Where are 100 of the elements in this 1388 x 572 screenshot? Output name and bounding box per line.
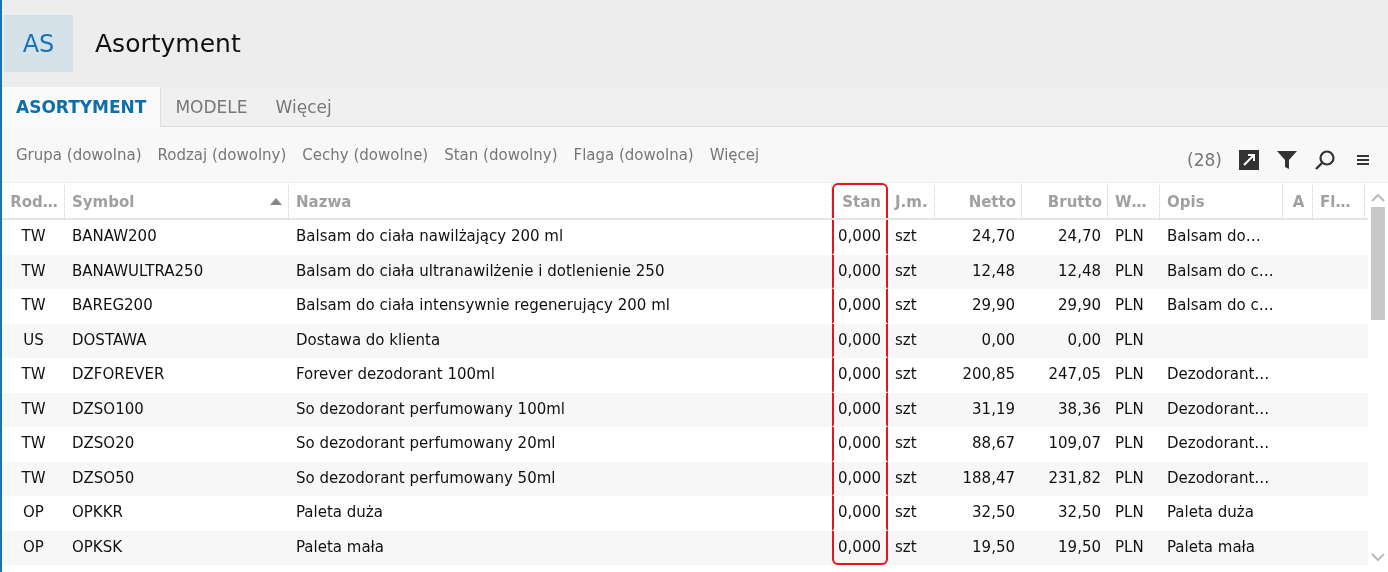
open-external-icon[interactable] [1238, 148, 1260, 171]
table-cell: 0,000 [838, 365, 881, 384]
table-cell: szt [895, 330, 917, 349]
table-cell: szt [895, 434, 917, 453]
table-cell: szt [895, 227, 917, 246]
table-cell: 247,05 [1048, 365, 1101, 384]
filter-icon[interactable] [1276, 148, 1298, 171]
table-cell: 29,90 [972, 296, 1015, 315]
table-cell: PLN [1115, 503, 1144, 522]
table-cell: 24,70 [1058, 227, 1101, 246]
table-cell: OP [23, 537, 44, 556]
table-cell: Balsam do ciała ultranawilżenie i dotlenienie 250 [296, 261, 665, 280]
table-cell: 12,48 [1058, 261, 1101, 280]
table-cell: szt [895, 537, 917, 556]
table-cell: Balsam do c… [1167, 261, 1274, 280]
column-header[interactable]: A [1283, 183, 1313, 218]
table-cell: 0,000 [838, 468, 881, 487]
column-header[interactable]: Rod… [2, 183, 65, 218]
table-cell: Dezodorant… [1167, 399, 1270, 418]
table-cell: 0,00 [1067, 330, 1101, 349]
table-cell: PLN [1115, 330, 1144, 349]
table-cell: OPKSK [72, 537, 123, 556]
table-cell: BANAWULTRA250 [72, 261, 204, 280]
filter-link[interactable]: Rodzaj (dowolny) [157, 145, 287, 164]
table-cell: PLN [1115, 468, 1144, 487]
table-cell: 109,07 [1048, 434, 1101, 453]
column-header[interactable]: Symbol [65, 183, 289, 218]
table-cell: TW [21, 261, 46, 280]
table-cell: Dezodorant… [1167, 468, 1270, 487]
table-cell: 0,00 [981, 330, 1015, 349]
column-header[interactable]: J.m. [888, 183, 935, 218]
table-cell: DZFOREVER [72, 365, 165, 384]
table-cell: 32,50 [1058, 503, 1101, 522]
table-cell: 29,90 [1058, 296, 1101, 315]
filter-link[interactable]: Grupa (dowolna) [16, 145, 142, 164]
table-cell: TW [21, 399, 46, 418]
table-cell: DZSO20 [72, 434, 135, 453]
table-cell: 0,000 [838, 399, 881, 418]
table-cell: TW [21, 227, 46, 246]
table-cell: szt [895, 399, 917, 418]
table-cell: OP [23, 503, 44, 522]
table-cell: TW [21, 434, 46, 453]
column-header[interactable]: Brutto [1022, 183, 1108, 218]
column-header[interactable]: Opis [1160, 183, 1283, 218]
table-cell: 31,19 [972, 399, 1015, 418]
table-cell: 24,70 [972, 227, 1015, 246]
table-cell: Dezodorant… [1167, 365, 1270, 384]
filter-link[interactable]: Flaga (dowolna) [573, 145, 694, 164]
table-cell: 12,48 [972, 261, 1015, 280]
table-cell: 231,82 [1048, 468, 1101, 487]
table-cell: BAREG200 [72, 296, 153, 315]
table-cell: PLN [1115, 296, 1144, 315]
table-cell: 0,000 [838, 537, 881, 556]
table-cell: Balsam do ciała intensywnie regenerujący 200 ml [296, 296, 670, 315]
filter-link[interactable]: Stan (dowolny) [444, 145, 558, 164]
table-cell: 38,36 [1058, 399, 1101, 418]
table-cell: szt [895, 261, 917, 280]
table-cell: Dostawa do klienta [296, 330, 441, 349]
table-cell: Balsam do c… [1167, 296, 1274, 315]
filter-link[interactable]: Cechy (dowolne) [302, 145, 429, 164]
table-cell: US [23, 330, 44, 349]
table-cell: 200,85 [962, 365, 1015, 384]
table-cell: 19,50 [972, 537, 1015, 556]
table-cell: 0,000 [838, 503, 881, 522]
table-cell: szt [895, 503, 917, 522]
filter-link[interactable]: Więcej [709, 145, 760, 164]
table-cell: DZSO50 [72, 468, 135, 487]
page-title: Asortyment [95, 29, 241, 58]
table-cell: TW [21, 296, 46, 315]
column-header[interactable]: Netto [935, 183, 1022, 218]
table-cell: OPKKR [72, 503, 123, 522]
tab[interactable]: MODELE [161, 87, 262, 126]
table-cell: Dezodorant… [1167, 434, 1270, 453]
table-cell: szt [895, 468, 917, 487]
table-cell: So dezodorant perfumowany 100ml [296, 399, 565, 418]
table-cell: Balsam do… [1167, 227, 1261, 246]
app-badge: AS [4, 15, 73, 72]
column-header[interactable]: Nazwa [289, 183, 832, 218]
tab[interactable]: Więcej [261, 87, 346, 126]
table-cell: Paleta duża [296, 503, 383, 522]
table-cell: TW [21, 468, 46, 487]
table-cell: 188,47 [962, 468, 1015, 487]
table-cell: 0,000 [838, 296, 881, 315]
column-header[interactable]: Stan [832, 183, 888, 218]
table-cell: PLN [1115, 365, 1144, 384]
table-cell: 0,000 [838, 330, 881, 349]
column-header[interactable]: W… [1108, 183, 1160, 218]
table-cell: 32,50 [972, 503, 1015, 522]
scroll-thumb[interactable] [1371, 207, 1385, 320]
table-cell: TW [21, 365, 46, 384]
table-cell: DOSTAWA [72, 330, 147, 349]
column-header[interactable]: Fl… [1313, 183, 1365, 218]
table-cell: So dezodorant perfumowany 20ml [296, 434, 556, 453]
table-cell: PLN [1115, 261, 1144, 280]
search-icon[interactable] [1314, 148, 1336, 171]
tab[interactable]: ASORTYMENT [2, 87, 162, 127]
table-cell: PLN [1115, 537, 1144, 556]
table-cell: So dezodorant perfumowany 50ml [296, 468, 556, 487]
table-cell: Paleta mała [296, 537, 385, 556]
table-cell: szt [895, 296, 917, 315]
